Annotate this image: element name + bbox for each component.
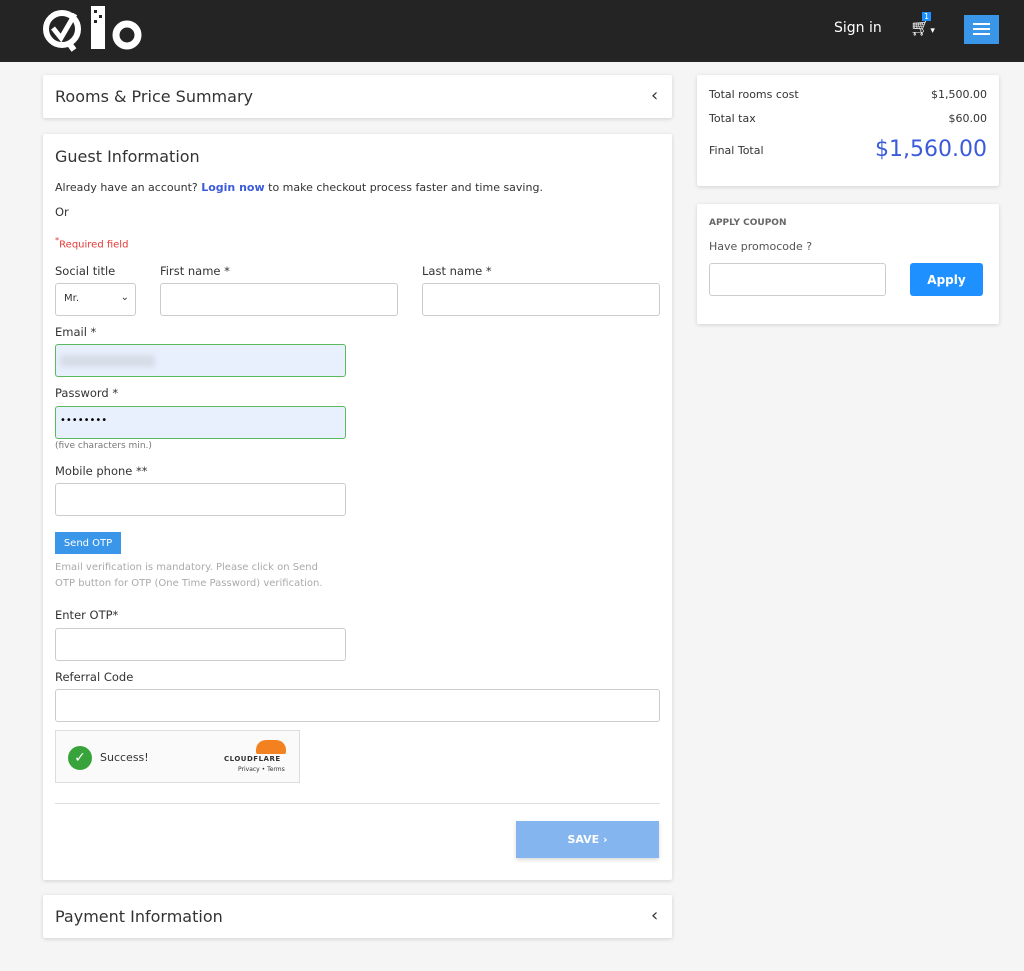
social-title-select[interactable]: Mr. ⌄ <box>55 283 136 316</box>
coupon-prompt: Have promocode ? <box>709 240 813 253</box>
mobile-phone-input[interactable] <box>55 483 346 516</box>
price-summary-card: Total rooms cost $1,500.00 Total tax $60… <box>697 75 999 186</box>
chevron-down-icon: ⌄ <box>120 292 129 303</box>
navbar: Sign in 🛒︎▾ 1 <box>0 0 1024 62</box>
rooms-cost-label: Total rooms cost <box>709 88 799 101</box>
success-check-icon: ✓ <box>68 746 92 770</box>
payment-information-panel[interactable]: Payment Information ‹ <box>43 895 672 938</box>
cloudflare-brand: CLOUDFLARE <box>224 755 281 763</box>
first-name-label: First name * <box>160 264 230 278</box>
promocode-input[interactable] <box>709 263 886 296</box>
menu-button[interactable] <box>964 15 999 44</box>
required-note: *Required field <box>55 235 129 251</box>
final-total-value: $1,560.00 <box>875 137 987 162</box>
guest-information-panel: Guest Information Already have an accoun… <box>43 134 672 880</box>
save-button[interactable]: SAVE › <box>516 821 659 858</box>
mobile-label: Mobile phone ** <box>55 464 148 478</box>
referral-label: Referral Code <box>55 670 134 684</box>
first-name-input[interactable] <box>160 283 398 316</box>
account-prompt: Already have an account? Login now to ma… <box>55 181 543 194</box>
captcha-links[interactable]: Privacy • Terms <box>238 766 285 773</box>
chevron-left-icon[interactable]: ‹ <box>651 905 658 926</box>
logo[interactable] <box>42 6 144 54</box>
divider <box>55 803 660 804</box>
final-total-label: Final Total <box>709 144 764 157</box>
rooms-summary-title: Rooms & Price Summary <box>55 87 253 106</box>
cloudflare-logo-icon <box>256 740 286 754</box>
rooms-cost-value: $1,500.00 <box>931 88 987 101</box>
cart-button[interactable]: 🛒︎▾ 1 <box>910 12 935 37</box>
coupon-title: APPLY COUPON <box>709 218 787 228</box>
otp-hint: Email verification is mandatory. Please … <box>55 562 323 589</box>
last-name-input[interactable] <box>422 283 660 316</box>
apply-coupon-button[interactable]: Apply <box>910 263 983 296</box>
payment-title: Payment Information <box>55 907 223 926</box>
social-title-label: Social title <box>55 264 116 278</box>
sign-in-link[interactable]: Sign in <box>834 20 882 36</box>
qlo-logo-icon <box>43 6 142 52</box>
guest-title: Guest Information <box>55 147 200 166</box>
captcha-status: Success! <box>100 751 149 764</box>
send-otp-button[interactable]: Send OTP <box>55 532 121 554</box>
or-text: Or <box>55 205 69 219</box>
tax-label: Total tax <box>709 112 756 125</box>
tax-value: $60.00 <box>948 112 988 125</box>
password-label: Password * <box>55 386 119 400</box>
referral-code-input[interactable] <box>55 689 660 722</box>
hamburger-icon <box>973 23 990 35</box>
chevron-left-icon[interactable]: ‹ <box>651 85 658 106</box>
password-hint: (five characters min.) <box>55 441 152 451</box>
otp-input[interactable] <box>55 628 346 661</box>
cloudflare-captcha[interactable]: ✓ Success! CLOUDFLARE Privacy • Terms <box>55 730 300 783</box>
cart-count-badge: 1 <box>922 12 932 21</box>
coupon-card: APPLY COUPON Have promocode ? Apply <box>697 204 999 324</box>
email-label: Email * <box>55 325 97 339</box>
last-name-label: Last name * <box>422 264 492 278</box>
chevron-right-icon: › <box>603 833 608 846</box>
rooms-summary-panel[interactable]: Rooms & Price Summary ‹ <box>43 75 672 118</box>
login-now-link[interactable]: Login now <box>201 181 264 194</box>
password-input[interactable]: •••••••• <box>55 406 346 439</box>
otp-label: Enter OTP* <box>55 608 119 622</box>
email-input[interactable] <box>55 344 346 377</box>
